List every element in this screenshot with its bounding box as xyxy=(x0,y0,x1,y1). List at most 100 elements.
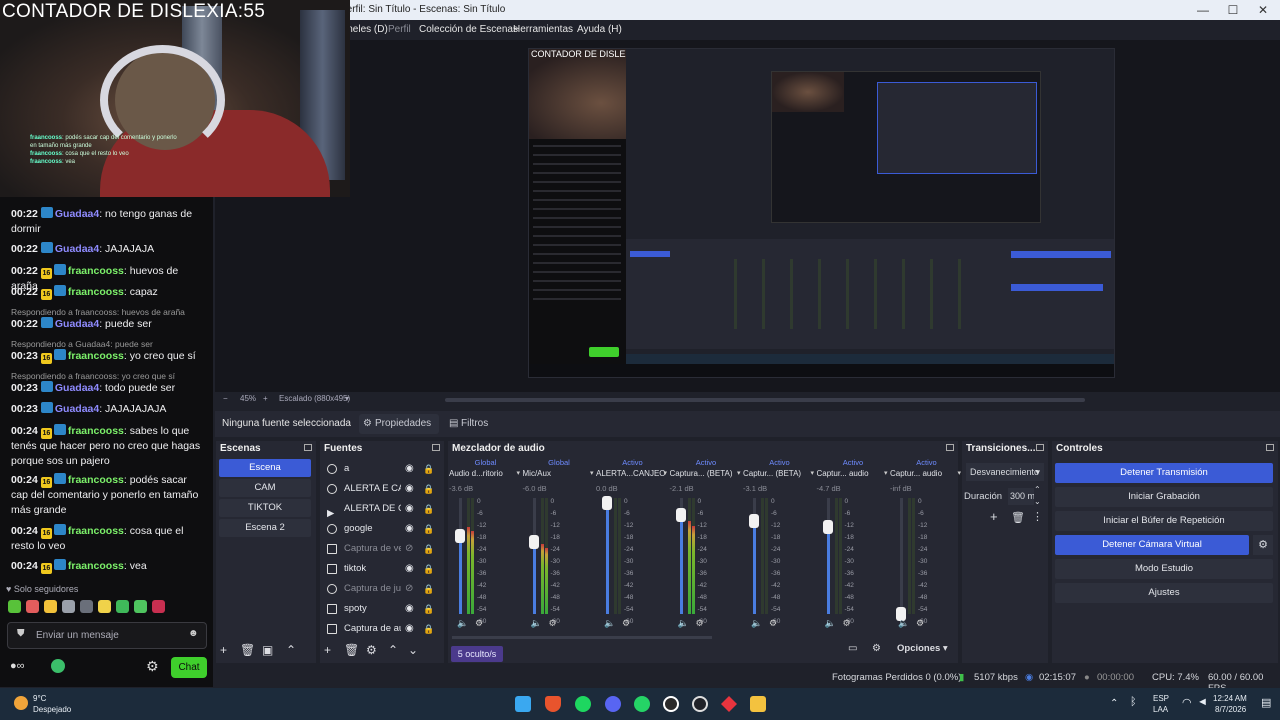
filters-button[interactable]: ▤ Filtros xyxy=(445,414,495,434)
channel-name[interactable]: Captur... (BETA) xyxy=(743,469,816,480)
source-item[interactable]: Captura de ventana ⊘ 🔒 xyxy=(323,539,438,559)
move-down-icon[interactable]: ⌄ xyxy=(408,643,418,657)
volume-slider-track[interactable] xyxy=(532,498,536,614)
chat-user[interactable]: fraancooss xyxy=(68,286,124,298)
emote-icon[interactable] xyxy=(8,600,21,613)
channel-menu-icon[interactable]: ▾ xyxy=(810,469,814,477)
chat-user[interactable]: fraancooss xyxy=(68,350,124,362)
visibility-eye-icon[interactable]: ◉ xyxy=(405,559,414,579)
lock-icon[interactable]: 🔒 xyxy=(423,579,434,599)
channel-menu-icon[interactable]: ▾ xyxy=(737,469,741,477)
emote-icon[interactable] xyxy=(44,600,57,613)
channel-menu-icon[interactable]: ▾ xyxy=(957,469,961,477)
duration-input[interactable]: 300 ms xyxy=(1008,488,1034,505)
popout-icon[interactable] xyxy=(1266,444,1274,451)
hidden-eye-icon[interactable]: ⊘ xyxy=(405,579,413,599)
weather-icon[interactable] xyxy=(14,696,28,710)
popout-icon[interactable] xyxy=(946,444,954,451)
chat-user[interactable]: fraancooss xyxy=(68,265,124,277)
spotify-icon[interactable] xyxy=(575,696,591,712)
volume-slider-handle[interactable] xyxy=(822,520,833,534)
chat-user[interactable]: fraancooss xyxy=(68,560,124,572)
source-item[interactable]: ▶ ALERTA DE CANJEO ◉ 🔒 xyxy=(323,499,438,519)
language-primary[interactable]: ESP xyxy=(1153,694,1169,703)
lock-icon[interactable]: 🔒 xyxy=(423,559,434,579)
add-transition-icon[interactable]: + xyxy=(990,509,998,524)
app-icon[interactable] xyxy=(663,696,679,712)
mute-icon[interactable]: 🔈 xyxy=(604,618,615,629)
channel-points-icon[interactable] xyxy=(51,659,65,673)
emote-icon[interactable] xyxy=(62,600,75,613)
spin-down-icon[interactable]: ⌄ xyxy=(1034,497,1041,506)
tray-chevron-icon[interactable]: ⌃ xyxy=(1110,698,1118,709)
volume-slider-handle[interactable] xyxy=(749,514,759,529)
studio-mode-button[interactable]: Modo Estudio xyxy=(1055,559,1273,579)
visibility-eye-icon[interactable]: ◉ xyxy=(405,519,414,539)
mixer-scrollbar[interactable] xyxy=(452,636,712,639)
lock-icon[interactable]: 🔒 xyxy=(423,519,434,539)
chat-user[interactable]: Guadaa4 xyxy=(55,382,99,394)
clock-date[interactable]: 8/7/2026 xyxy=(1215,705,1246,714)
mute-icon[interactable]: 🔈 xyxy=(751,618,762,629)
channel-name[interactable]: Captura... (BETA) xyxy=(670,469,743,480)
emote-icon[interactable] xyxy=(80,600,93,613)
bluetooth-icon[interactable]: ᛒ xyxy=(1130,696,1137,708)
channel-settings-icon[interactable]: ⚙ xyxy=(475,618,483,629)
discord-icon[interactable] xyxy=(605,696,621,712)
hidden-sources-badge[interactable]: 5 oculto/s xyxy=(451,646,503,662)
stop-streaming-button[interactable]: Detener Transmisión xyxy=(1055,463,1273,483)
visibility-eye-icon[interactable]: ◉ xyxy=(405,479,414,499)
more-options-icon[interactable]: ⋮ xyxy=(1032,510,1043,523)
scene-filters-icon[interactable]: ▣ xyxy=(262,643,273,657)
channel-menu-icon[interactable]: ▾ xyxy=(663,469,667,477)
mixer-advanced-icon[interactable]: ⚙ xyxy=(872,643,881,654)
volume-slider-handle[interactable] xyxy=(455,529,465,544)
chat-user[interactable]: fraancooss xyxy=(68,425,124,437)
obs-icon[interactable] xyxy=(692,696,708,712)
volume-slider-track[interactable] xyxy=(900,498,903,614)
source-item[interactable]: ALERTA E CANJEO ◉ 🔒 xyxy=(323,479,438,499)
mixer-layout-icon[interactable]: ▭ xyxy=(848,643,857,654)
scene-item[interactable]: CAM xyxy=(219,479,311,497)
zoom-in-icon[interactable]: + xyxy=(263,394,268,403)
source-item[interactable]: a ◉ 🔒 xyxy=(323,459,438,479)
volume-slider-handle[interactable] xyxy=(675,508,686,523)
virtual-camera-settings-icon[interactable]: ⚙ xyxy=(1253,535,1273,555)
channel-name[interactable]: Mic/Aux xyxy=(523,469,596,480)
source-item[interactable]: google ◉ 🔒 xyxy=(323,519,438,539)
chat-input[interactable]: ⛊ Enviar un mensaje ☻ xyxy=(7,622,207,649)
emote-icon[interactable] xyxy=(98,600,111,613)
source-item[interactable]: tiktok ◉ 🔒 xyxy=(323,559,438,579)
settings-gear-icon[interactable]: ⚙ xyxy=(146,658,159,675)
channel-settings-icon[interactable]: ⚙ xyxy=(769,618,777,629)
chat-user[interactable]: Guadaa4 xyxy=(55,208,99,220)
settings-button[interactable]: Ajustes xyxy=(1055,583,1273,603)
app-red-icon[interactable] xyxy=(721,696,737,712)
source-item[interactable]: Captura de juego ⊘ 🔒 xyxy=(323,579,438,599)
minimize-button[interactable]: — xyxy=(1188,2,1218,18)
remove-source-icon[interactable]: 🗑 xyxy=(344,643,359,657)
language-secondary[interactable]: LAA xyxy=(1153,705,1168,714)
chat-user[interactable]: Guadaa4 xyxy=(55,403,99,415)
channel-name[interactable]: Captur... audio xyxy=(890,469,963,480)
volume-slider-track[interactable] xyxy=(826,498,830,614)
channel-settings-icon[interactable]: ⚙ xyxy=(843,618,851,629)
volume-icon[interactable]: ◄ xyxy=(1197,696,1208,708)
wifi-icon[interactable]: ◠ xyxy=(1182,696,1192,709)
volume-slider-handle[interactable] xyxy=(528,535,539,550)
channel-menu-icon[interactable]: ▾ xyxy=(884,469,888,477)
lock-icon[interactable]: 🔒 xyxy=(423,619,434,639)
add-source-icon[interactable]: + xyxy=(324,643,331,657)
channel-menu-icon[interactable]: ▾ xyxy=(590,469,594,477)
add-scene-icon[interactable]: + xyxy=(220,643,227,657)
clock-time[interactable]: 12:24 AM xyxy=(1213,694,1247,703)
mute-icon[interactable]: 🔈 xyxy=(898,618,909,629)
chat-send-button[interactable]: Chat xyxy=(171,657,207,678)
lock-icon[interactable]: 🔒 xyxy=(423,499,434,519)
mute-icon[interactable]: 🔈 xyxy=(457,618,468,629)
popout-icon[interactable] xyxy=(304,444,312,451)
transition-select[interactable]: Desvanecimiento ▾ xyxy=(966,463,1044,481)
emoji-icon[interactable]: ☻ xyxy=(188,628,199,639)
stop-virtual-camera-button[interactable]: Detener Cámara Virtual xyxy=(1055,535,1249,555)
mixer-options-button[interactable]: Opciones ▾ xyxy=(897,643,948,654)
